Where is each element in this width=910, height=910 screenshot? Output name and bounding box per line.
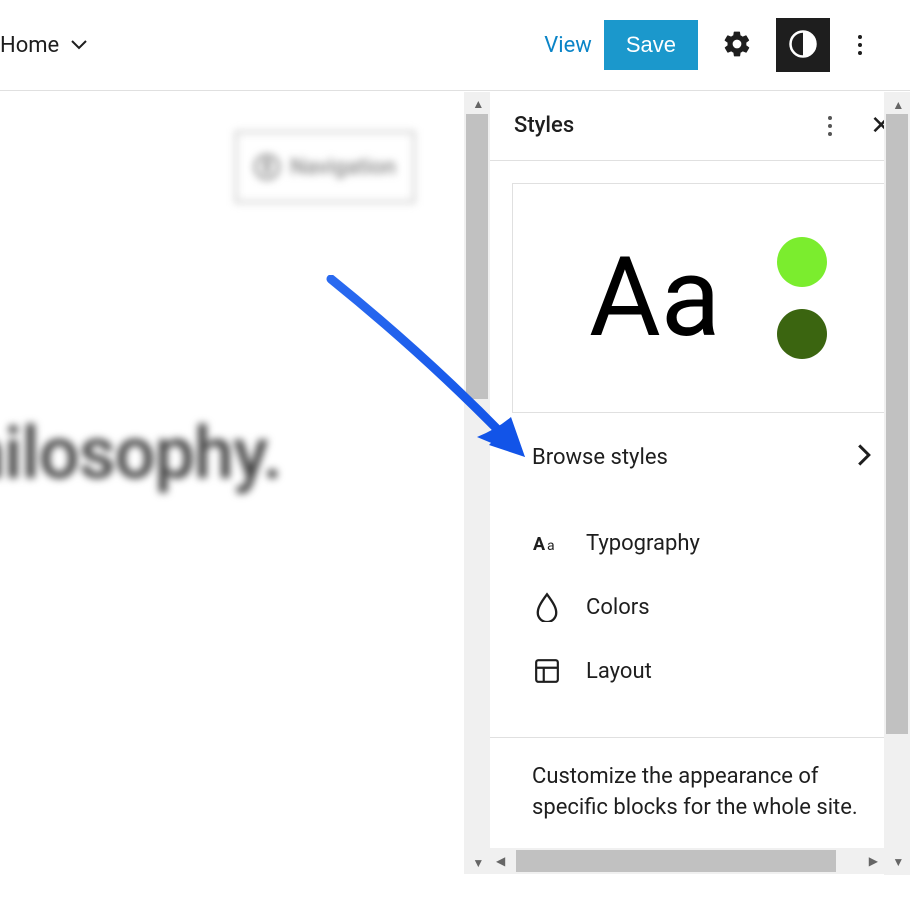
styles-panel-title: Styles bbox=[514, 113, 574, 138]
colors-icon bbox=[532, 592, 562, 622]
more-vertical-icon bbox=[858, 35, 862, 55]
scrollbar-thumb[interactable] bbox=[466, 114, 488, 399]
typography-sample: Aa bbox=[589, 243, 721, 353]
panel-horizontal-scrollbar[interactable]: ◀ ▶ bbox=[490, 848, 884, 874]
chevron-right-icon bbox=[856, 443, 872, 471]
styles-toggle-button[interactable] bbox=[776, 18, 830, 72]
scrollbar-thumb[interactable] bbox=[886, 114, 908, 734]
divider bbox=[490, 737, 910, 738]
canvas-heading-text: hilosophy. bbox=[0, 411, 282, 496]
breadcrumb-home[interactable]: Home bbox=[0, 33, 59, 58]
top-toolbar: Home View Save bbox=[0, 0, 910, 90]
main-area: Navigation hilosophy. ▲ ▼ Styles ✕ Aa bbox=[0, 90, 910, 874]
scroll-up-icon[interactable]: ▲ bbox=[892, 98, 904, 112]
navigation-icon bbox=[254, 154, 280, 180]
menu-item-typography[interactable]: Aa Typography bbox=[532, 511, 910, 575]
more-options-button[interactable] bbox=[842, 18, 878, 72]
svg-text:a: a bbox=[547, 538, 555, 554]
view-link[interactable]: View bbox=[544, 33, 592, 58]
styles-panel-header: Styles ✕ bbox=[490, 91, 910, 161]
styles-panel: Styles ✕ Aa Browse styles bbox=[490, 90, 910, 874]
contrast-icon bbox=[788, 29, 818, 62]
svg-text:A: A bbox=[533, 534, 546, 554]
scroll-right-icon[interactable]: ▶ bbox=[869, 854, 878, 868]
more-vertical-icon bbox=[828, 116, 832, 136]
color-swatches bbox=[777, 237, 827, 359]
styles-menu-list: Aa Typography Colors Layout bbox=[490, 487, 910, 727]
navigation-block-label: Navigation bbox=[290, 155, 396, 180]
scroll-left-icon[interactable]: ◀ bbox=[496, 854, 505, 868]
chevron-down-icon[interactable] bbox=[69, 39, 89, 51]
editor-canvas-wrap: Navigation hilosophy. ▲ ▼ bbox=[0, 90, 490, 874]
styles-panel-body: Aa Browse styles Aa Typography bbox=[490, 183, 910, 824]
toolbar-actions: View Save bbox=[544, 18, 878, 72]
menu-item-label: Typography bbox=[586, 531, 700, 556]
scroll-down-icon[interactable]: ▼ bbox=[472, 857, 484, 869]
menu-item-colors[interactable]: Colors bbox=[532, 575, 910, 639]
breadcrumb[interactable]: Home bbox=[0, 33, 89, 58]
navigation-block[interactable]: Navigation bbox=[235, 131, 415, 203]
swatch-secondary bbox=[777, 309, 827, 359]
gear-icon bbox=[722, 29, 752, 62]
scroll-down-icon[interactable]: ▼ bbox=[892, 855, 904, 869]
browse-styles-row[interactable]: Browse styles bbox=[490, 413, 910, 487]
swatch-primary bbox=[777, 237, 827, 287]
settings-button[interactable] bbox=[710, 18, 764, 72]
save-button[interactable]: Save bbox=[604, 20, 698, 70]
panel-more-button[interactable] bbox=[818, 114, 842, 138]
menu-item-label: Colors bbox=[586, 595, 650, 620]
scroll-up-icon[interactable]: ▲ bbox=[472, 98, 484, 110]
blocks-description: Customize the appearance of specific blo… bbox=[490, 762, 910, 824]
layout-icon bbox=[532, 656, 562, 686]
canvas-vertical-scrollbar[interactable]: ▲ ▼ bbox=[464, 92, 490, 874]
editor-canvas[interactable]: Navigation hilosophy. bbox=[0, 91, 490, 874]
menu-item-label: Layout bbox=[586, 659, 652, 684]
panel-vertical-scrollbar[interactable]: ▲ ▼ bbox=[884, 92, 910, 875]
typography-icon: Aa bbox=[532, 528, 562, 558]
scrollbar-thumb[interactable] bbox=[516, 850, 836, 872]
style-preview-card[interactable]: Aa bbox=[512, 183, 910, 413]
browse-styles-label: Browse styles bbox=[532, 445, 668, 470]
menu-item-layout[interactable]: Layout bbox=[532, 639, 910, 703]
